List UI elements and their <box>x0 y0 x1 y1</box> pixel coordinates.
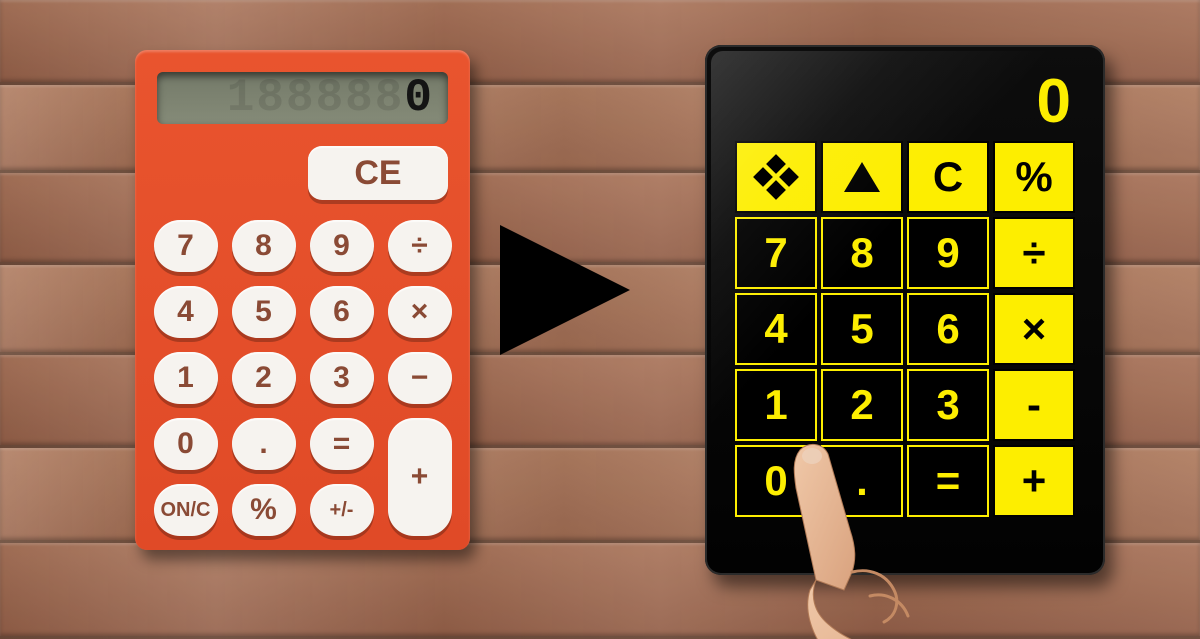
tkey-9[interactable]: 9 <box>907 217 989 289</box>
key-plus[interactable]: + <box>388 418 452 536</box>
key-equals[interactable]: = <box>310 418 374 470</box>
tkey-5[interactable]: 5 <box>821 293 903 365</box>
key-percent[interactable]: % <box>232 484 296 536</box>
tkey-multiply[interactable]: × <box>993 293 1075 365</box>
tkey-3[interactable]: 3 <box>907 369 989 441</box>
tkey-2[interactable]: 2 <box>821 369 903 441</box>
up-button[interactable] <box>821 141 903 213</box>
physical-calculator: 188888 0 CE 7 8 9 ÷ 4 5 6 × 1 2 3 − 0 . … <box>135 50 470 550</box>
tkey-4[interactable]: 4 <box>735 293 817 365</box>
tkey-minus[interactable]: - <box>993 369 1075 441</box>
key-divide[interactable]: ÷ <box>388 220 452 272</box>
lcd-display: 188888 0 <box>157 72 448 124</box>
key-1[interactable]: 1 <box>154 352 218 404</box>
key-minus[interactable]: − <box>388 352 452 404</box>
tablet-button-grid: C % 7 8 9 ÷ 4 5 6 × 1 2 3 - 0 . = + <box>733 141 1077 517</box>
options-icon <box>756 157 796 197</box>
options-button[interactable] <box>735 141 817 213</box>
physical-button-grid: 7 8 9 ÷ 4 5 6 × 1 2 3 − 0 . = + ON/C % +… <box>157 220 448 536</box>
key-3[interactable]: 3 <box>310 352 374 404</box>
right-arrow-icon <box>500 225 630 355</box>
tkey-decimal[interactable]: . <box>821 445 903 517</box>
key-8[interactable]: 8 <box>232 220 296 272</box>
key-on-clear[interactable]: ON/C <box>154 484 218 536</box>
key-2[interactable]: 2 <box>232 352 296 404</box>
key-9[interactable]: 9 <box>310 220 374 272</box>
key-4[interactable]: 4 <box>154 286 218 338</box>
key-multiply[interactable]: × <box>388 286 452 338</box>
tkey-6[interactable]: 6 <box>907 293 989 365</box>
lcd-segment-ghost: 188888 <box>227 72 405 124</box>
scene-root: 188888 0 CE 7 8 9 ÷ 4 5 6 × 1 2 3 − 0 . … <box>0 0 1200 639</box>
key-0[interactable]: 0 <box>154 418 218 470</box>
tablet-device: 0 C % 7 8 9 ÷ 4 5 6 × 1 <box>705 45 1105 575</box>
key-decimal[interactable]: . <box>232 418 296 470</box>
tkey-equals[interactable]: = <box>907 445 989 517</box>
tkey-1[interactable]: 1 <box>735 369 817 441</box>
tkey-divide[interactable]: ÷ <box>993 217 1075 289</box>
lcd-value: 0 <box>404 72 434 124</box>
percent-button[interactable]: % <box>993 141 1075 213</box>
key-5[interactable]: 5 <box>232 286 296 338</box>
clear-button[interactable]: C <box>907 141 989 213</box>
key-7[interactable]: 7 <box>154 220 218 272</box>
key-6[interactable]: 6 <box>310 286 374 338</box>
tkey-8[interactable]: 8 <box>821 217 903 289</box>
tkey-7[interactable]: 7 <box>735 217 817 289</box>
up-triangle-icon <box>844 162 880 192</box>
ce-button[interactable]: CE <box>308 146 448 200</box>
tablet-display: 0 <box>733 65 1077 137</box>
tkey-0[interactable]: 0 <box>735 445 817 517</box>
key-sign[interactable]: +/- <box>310 484 374 536</box>
tkey-plus[interactable]: + <box>993 445 1075 517</box>
tablet-display-value: 0 <box>1037 66 1071 137</box>
